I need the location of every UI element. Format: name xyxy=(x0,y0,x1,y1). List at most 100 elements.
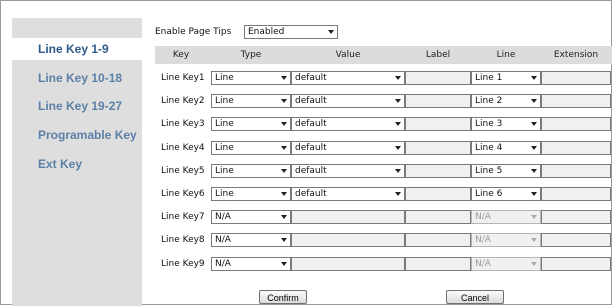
type-select[interactable]: Line xyxy=(211,163,291,178)
line-select: N/A xyxy=(471,256,541,271)
chevron-down-icon xyxy=(531,238,537,243)
line-select[interactable]: Line 2 xyxy=(471,94,541,109)
type-value: N/A xyxy=(215,258,231,269)
chevron-down-icon xyxy=(281,99,287,104)
value-value: default xyxy=(295,189,327,199)
line-select[interactable]: Line 4 xyxy=(471,140,541,155)
sidebar-item-line-key-10-18[interactable]: Line Key 10-18 xyxy=(12,67,142,89)
chevron-down-icon xyxy=(531,122,537,127)
label-field[interactable] xyxy=(405,163,471,178)
type-value: Line xyxy=(215,73,234,83)
key-label: Line Key9 xyxy=(161,258,205,269)
chevron-down-icon xyxy=(395,122,401,127)
label-field xyxy=(405,210,471,225)
table-row: Line Key9 N/A N/A xyxy=(155,253,612,276)
enable-page-tips-select[interactable]: Enabled xyxy=(244,25,338,39)
type-select[interactable]: Line xyxy=(211,187,291,201)
value-value: default xyxy=(295,142,327,153)
label-field[interactable] xyxy=(405,94,471,109)
type-select[interactable]: Line xyxy=(211,140,291,155)
header-value: Value xyxy=(335,50,361,60)
cancel-button[interactable]: Cancel xyxy=(446,290,504,304)
value-select[interactable]: default xyxy=(291,187,405,201)
type-select[interactable]: N/A xyxy=(211,233,291,248)
header-type: Type xyxy=(240,50,262,60)
table-row: Line Key6 Line default Line 6 xyxy=(155,183,612,206)
type-select[interactable]: Line xyxy=(211,94,291,109)
key-label: Line Key7 xyxy=(161,212,205,223)
chevron-down-icon xyxy=(281,168,287,173)
value-select[interactable]: default xyxy=(291,117,405,132)
value-select[interactable]: default xyxy=(291,163,405,178)
chevron-down-icon xyxy=(531,145,537,150)
extension-field[interactable] xyxy=(541,117,611,132)
extension-field[interactable] xyxy=(541,71,611,85)
type-value: N/A xyxy=(215,235,231,246)
chevron-down-icon xyxy=(281,238,287,243)
chevron-down-icon xyxy=(531,168,537,173)
type-value: N/A xyxy=(215,212,231,223)
key-label: Line Key1 xyxy=(161,73,205,83)
confirm-button[interactable]: Confirm xyxy=(259,290,307,304)
line-value: Line 6 xyxy=(475,189,503,199)
label-field[interactable] xyxy=(405,187,471,201)
line-value: Line 5 xyxy=(475,165,503,176)
chevron-down-icon xyxy=(281,261,287,266)
table-row: Line Key8 N/A N/A xyxy=(155,229,612,252)
label-field[interactable] xyxy=(405,71,471,85)
line-select[interactable]: Line 6 xyxy=(471,187,541,201)
label-field[interactable] xyxy=(405,117,471,132)
type-value: Line xyxy=(215,189,234,199)
extension-field[interactable] xyxy=(541,140,611,155)
type-select[interactable]: N/A xyxy=(211,210,291,225)
header-extension: Extension xyxy=(553,50,599,60)
chevron-down-icon xyxy=(395,145,401,150)
label-field xyxy=(405,233,471,248)
sidebar: Line Key 1-9 Line Key 10-18 Line Key 19-… xyxy=(12,18,142,306)
sidebar-item-ext-key[interactable]: Ext Key xyxy=(12,153,142,175)
line-select[interactable]: Line 5 xyxy=(471,163,541,178)
type-select[interactable]: Line xyxy=(211,71,291,85)
chevron-down-icon xyxy=(395,99,401,104)
type-select[interactable]: Line xyxy=(211,117,291,132)
type-select[interactable]: N/A xyxy=(211,256,291,271)
label-field[interactable] xyxy=(405,140,471,155)
line-select: N/A xyxy=(471,210,541,225)
line-select[interactable]: Line 1 xyxy=(471,71,541,85)
enable-page-tips-label: Enable Page Tips xyxy=(155,27,232,37)
line-select: N/A xyxy=(471,233,541,248)
chevron-down-icon xyxy=(531,99,537,104)
line-value: Line 4 xyxy=(475,142,503,153)
sidebar-item-line-key-1-9[interactable]: Line Key 1-9 xyxy=(12,38,142,60)
chevron-down-icon xyxy=(531,192,537,196)
line-select[interactable]: Line 3 xyxy=(471,117,541,132)
value-field xyxy=(291,233,405,248)
extension-field[interactable] xyxy=(541,187,611,201)
chevron-down-icon xyxy=(531,261,537,266)
table-row: Line Key2 Line default Line 2 xyxy=(155,90,612,113)
table-header: Key Type Value Label Line Extension xyxy=(155,46,612,64)
chevron-down-icon xyxy=(395,76,401,80)
chevron-down-icon xyxy=(531,215,537,220)
line-value: Line 2 xyxy=(475,96,503,107)
sidebar-item-line-key-19-27[interactable]: Line Key 19-27 xyxy=(12,95,142,117)
value-value: default xyxy=(295,165,327,176)
extension-field[interactable] xyxy=(541,94,611,109)
value-select[interactable]: default xyxy=(291,71,405,85)
sidebar-item-programable-key[interactable]: Programable Key xyxy=(12,124,142,146)
table-row: Line Key4 Line default Line 4 xyxy=(155,137,612,160)
header-line: Line xyxy=(496,50,516,60)
type-value: Line xyxy=(215,165,234,176)
key-label: Line Key3 xyxy=(161,119,205,130)
line-value: N/A xyxy=(475,235,491,246)
extension-field xyxy=(541,210,611,225)
key-label: Line Key5 xyxy=(161,165,205,176)
value-select[interactable]: default xyxy=(291,94,405,109)
value-field xyxy=(291,256,405,271)
value-select[interactable]: default xyxy=(291,140,405,155)
type-value: Line xyxy=(215,119,234,130)
value-value: default xyxy=(295,73,327,83)
extension-field[interactable] xyxy=(541,163,611,178)
value-value: default xyxy=(295,96,327,107)
value-field xyxy=(291,210,405,225)
